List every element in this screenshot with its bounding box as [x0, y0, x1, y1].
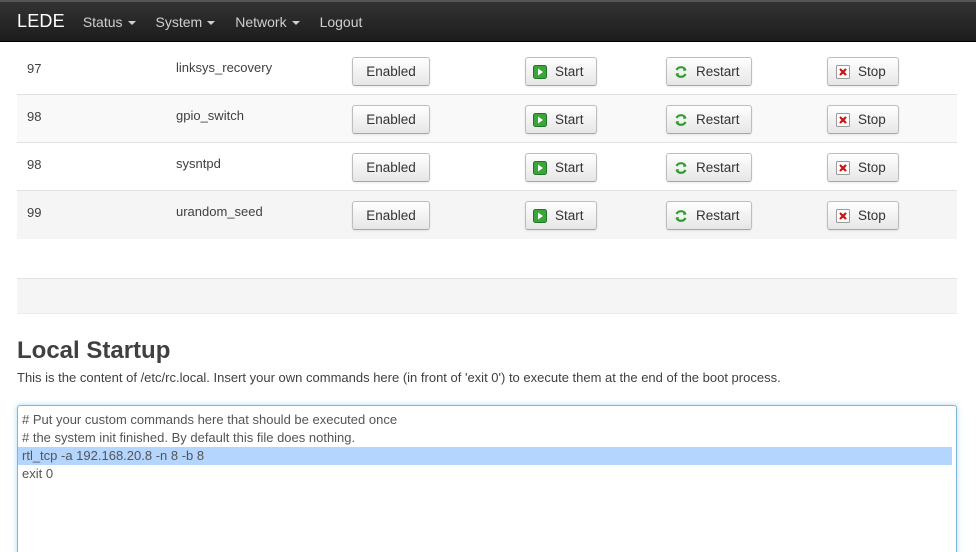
nav-status[interactable]: Status: [83, 14, 136, 30]
stop-button[interactable]: Stop: [827, 201, 899, 230]
start-icon: [533, 160, 547, 175]
start-button[interactable]: Start: [525, 57, 597, 86]
table-row: 97 linksys_recovery Enabled Start Restar…: [17, 47, 957, 95]
nav-system-label: System: [155, 13, 203, 30]
stop-button[interactable]: Stop: [827, 153, 899, 182]
enabled-toggle-button[interactable]: Enabled: [352, 105, 430, 134]
start-icon: [533, 208, 547, 223]
nav-network-label: Network: [235, 13, 287, 30]
enabled-toggle-button[interactable]: Enabled: [352, 201, 430, 230]
caret-down-icon: [291, 20, 300, 25]
restart-label: Restart: [696, 112, 740, 127]
table-row: 98 gpio_switch Enabled Start Restart Sto…: [17, 95, 957, 143]
caret-down-icon: [207, 20, 216, 25]
script-name-cell: urandom_seed: [176, 204, 263, 219]
rc-local-textarea[interactable]: # Put your custom commands here that sho…: [17, 405, 957, 552]
script-name-cell: gpio_switch: [176, 108, 244, 123]
nav-network[interactable]: Network: [235, 13, 300, 30]
code-line-selected: rtl_tcp -a 192.168.20.8 -n 8 -b 8: [18, 447, 952, 465]
stop-button[interactable]: Stop: [827, 57, 899, 86]
restart-icon: [675, 113, 687, 126]
top-navbar: LEDE Status System Network Logout: [0, 0, 976, 42]
local-startup-description: This is the content of /etc/rc.local. In…: [17, 370, 781, 385]
stop-icon: [836, 208, 850, 223]
priority-cell: 98: [27, 109, 42, 124]
local-startup-heading: Local Startup: [17, 337, 171, 364]
restart-label: Restart: [696, 64, 740, 79]
enabled-toggle-button[interactable]: Enabled: [352, 153, 430, 182]
start-icon: [533, 112, 547, 127]
restart-icon: [675, 161, 687, 174]
startup-scripts-table: 97 linksys_recovery Enabled Start Restar…: [17, 47, 957, 239]
stop-icon: [836, 112, 850, 127]
restart-icon: [675, 65, 687, 78]
restart-button[interactable]: Restart: [666, 57, 752, 86]
restart-label: Restart: [696, 208, 740, 223]
start-label: Start: [555, 208, 584, 223]
start-button[interactable]: Start: [525, 201, 597, 230]
start-button[interactable]: Start: [525, 105, 597, 134]
stop-label: Stop: [858, 160, 886, 175]
priority-cell: 99: [27, 205, 42, 220]
table-row: 99 urandom_seed Enabled Start Restart St…: [17, 191, 957, 239]
start-label: Start: [555, 160, 584, 175]
section-footer-bar: [17, 278, 957, 314]
start-label: Start: [555, 112, 584, 127]
stop-label: Stop: [858, 64, 886, 79]
nav-logout-label: Logout: [319, 13, 363, 30]
restart-icon: [675, 209, 687, 222]
restart-label: Restart: [696, 160, 740, 175]
code-line: exit 0: [22, 466, 54, 481]
stop-button[interactable]: Stop: [827, 105, 899, 134]
nav-system[interactable]: System: [156, 14, 216, 30]
enabled-toggle-button[interactable]: Enabled: [352, 57, 430, 86]
nav-logout[interactable]: Logout: [320, 14, 363, 30]
script-name-cell: sysntpd: [176, 156, 221, 171]
restart-button[interactable]: Restart: [666, 105, 752, 134]
restart-button[interactable]: Restart: [666, 153, 752, 182]
restart-button[interactable]: Restart: [666, 201, 752, 230]
code-line: # Put your custom commands here that sho…: [22, 412, 398, 427]
stop-label: Stop: [858, 112, 886, 127]
stop-icon: [836, 160, 850, 175]
brand-logo[interactable]: LEDE: [17, 11, 65, 32]
caret-down-icon: [127, 20, 136, 25]
start-button[interactable]: Start: [525, 153, 597, 182]
table-row: 98 sysntpd Enabled Start Restart Stop: [17, 143, 957, 191]
priority-cell: 97: [27, 61, 42, 76]
script-name-cell: linksys_recovery: [176, 60, 273, 75]
priority-cell: 98: [27, 157, 42, 172]
start-label: Start: [555, 64, 584, 79]
stop-label: Stop: [858, 208, 886, 223]
stop-icon: [836, 64, 850, 79]
code-line: # the system init finished. By default t…: [22, 430, 356, 445]
start-icon: [533, 64, 547, 79]
nav-status-label: Status: [82, 13, 123, 30]
